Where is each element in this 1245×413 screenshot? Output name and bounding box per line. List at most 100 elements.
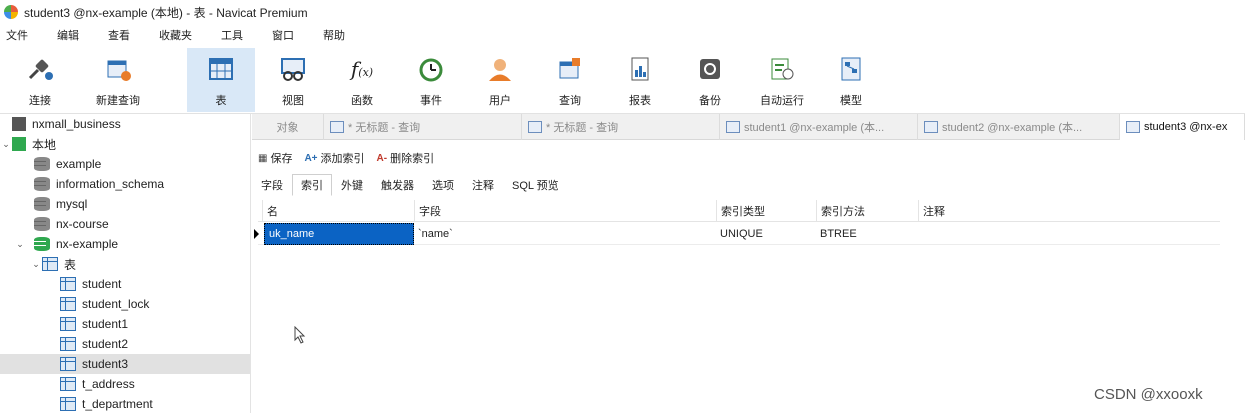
schedule-button[interactable]: 自动运行 bbox=[752, 48, 812, 112]
tree-node-label: t_department bbox=[82, 397, 153, 411]
watermark: CSDN @xxooxk bbox=[1094, 386, 1203, 403]
tree-node-database[interactable]: mysql bbox=[20, 194, 250, 214]
table-icon bbox=[60, 297, 76, 311]
new-query-button[interactable]: 新建查询 bbox=[88, 48, 148, 112]
tree-node-database[interactable]: ⌄ nx-example bbox=[14, 234, 250, 254]
report-icon bbox=[625, 54, 655, 84]
add-index-button[interactable]: A+ 添加索引 bbox=[304, 150, 364, 166]
database-icon bbox=[34, 177, 50, 191]
index-method-cell[interactable]: BTREE bbox=[816, 223, 918, 245]
menu-help[interactable]: 帮助 bbox=[323, 27, 345, 43]
user-button[interactable]: 用户 bbox=[472, 48, 528, 112]
menu-favorites[interactable]: 收藏夹 bbox=[159, 27, 192, 43]
backup-button[interactable]: 备份 bbox=[682, 48, 738, 112]
menu-view[interactable]: 查看 bbox=[108, 27, 130, 43]
connection-open-icon bbox=[12, 137, 26, 151]
menu-tools[interactable]: 工具 bbox=[221, 27, 243, 43]
tree-node-label: student_lock bbox=[82, 297, 150, 311]
current-row-indicator-icon bbox=[254, 229, 259, 239]
schedule-icon bbox=[767, 54, 797, 84]
table-button[interactable]: 表 bbox=[187, 48, 255, 112]
menu-window[interactable]: 窗口 bbox=[272, 27, 294, 43]
report-button[interactable]: 报表 bbox=[612, 48, 668, 112]
column-header-index-type[interactable]: 索引类型 bbox=[716, 200, 816, 222]
save-button[interactable]: ▦ 保存 bbox=[258, 150, 292, 166]
tab-student3[interactable]: student3 @nx-ex bbox=[1120, 114, 1245, 140]
chevron-down-icon[interactable]: ⌄ bbox=[30, 259, 42, 270]
column-header-fields[interactable]: 字段 bbox=[414, 200, 716, 222]
navicat-app-icon bbox=[4, 5, 18, 19]
index-name-cell[interactable]: uk_name bbox=[264, 223, 414, 245]
tree-node-connection[interactable]: ⌄ 本地 bbox=[0, 134, 250, 154]
tab-foreign-keys[interactable]: 外键 bbox=[332, 174, 372, 196]
table-row[interactable]: uk_name `name` UNIQUE BTREE bbox=[254, 223, 1220, 245]
tree-node-table[interactable]: student2 bbox=[60, 334, 250, 354]
toolbar-label: 模型 bbox=[840, 95, 862, 107]
index-comment-cell[interactable] bbox=[918, 223, 1220, 245]
tree-node-table[interactable]: student1 bbox=[60, 314, 250, 334]
main-toolbar: 连接 新建查询 表 视图 f(x) 函数 事件 用户 查询 报表 备份 自动运行… bbox=[0, 46, 1245, 114]
mouse-cursor-icon bbox=[294, 325, 306, 347]
column-header-index-method[interactable]: 索引方法 bbox=[816, 200, 918, 222]
tab-student2[interactable]: student2 @nx-example (本... bbox=[918, 114, 1120, 140]
toolbar-label: 表 bbox=[215, 95, 227, 107]
tab-options[interactable]: 选项 bbox=[423, 174, 463, 196]
column-header-comment[interactable]: 注释 bbox=[918, 200, 1220, 222]
index-action-bar: ▦ 保存 A+ 添加索引 A- 删除索引 bbox=[252, 146, 1245, 170]
menu-file[interactable]: 文件 bbox=[6, 27, 28, 43]
table-icon bbox=[60, 317, 76, 331]
tab-label: student2 @nx-example (本... bbox=[942, 122, 1083, 134]
event-button[interactable]: 事件 bbox=[403, 48, 459, 112]
tab-student1[interactable]: student1 @nx-example (本... bbox=[720, 114, 918, 140]
toolbar-label: 连接 bbox=[29, 95, 51, 107]
grid-header: 名 字段 索引类型 索引方法 注释 bbox=[258, 200, 1220, 222]
tree-node-label: t_address bbox=[82, 377, 135, 391]
tree-node-table-selected[interactable]: student3 bbox=[0, 354, 250, 374]
tree-node-label: student3 bbox=[82, 357, 129, 371]
tab-sql-preview[interactable]: SQL 预览 bbox=[503, 174, 568, 196]
user-icon bbox=[485, 54, 515, 84]
function-button[interactable]: f(x) 函数 bbox=[334, 48, 390, 112]
model-button[interactable]: 模型 bbox=[823, 48, 879, 112]
table-icon bbox=[60, 377, 76, 391]
tree-node-table[interactable]: student bbox=[60, 274, 250, 294]
tab-indexes[interactable]: 索引 bbox=[292, 174, 332, 196]
window-title: student3 @nx-example (本地) - 表 - Navicat … bbox=[24, 5, 308, 20]
tree-node-table[interactable]: t_department bbox=[60, 394, 250, 413]
designer-subtabs: 字段 索引 外键 触发器 选项 注释 SQL 预览 bbox=[252, 174, 1245, 196]
tree-node-label: information_schema bbox=[56, 177, 165, 191]
toolbar-label: 视图 bbox=[282, 95, 304, 107]
tab-label: * 无标题 - 查询 bbox=[348, 122, 421, 134]
tree-node-table[interactable]: student_lock bbox=[60, 294, 250, 314]
tab-untitled-query[interactable]: * 无标题 - 查询 bbox=[522, 114, 720, 140]
tab-fields[interactable]: 字段 bbox=[252, 174, 292, 196]
tree-node-label: example bbox=[56, 157, 102, 171]
database-open-icon bbox=[34, 237, 50, 251]
view-button[interactable]: 视图 bbox=[265, 48, 321, 112]
tab-objects[interactable]: 对象 bbox=[252, 114, 324, 140]
tab-comment[interactable]: 注释 bbox=[463, 174, 503, 196]
index-type-cell[interactable]: UNIQUE bbox=[716, 223, 816, 245]
tree-node-database[interactable]: example bbox=[20, 154, 250, 174]
tree-node-folder[interactable]: ⌄ 表 bbox=[30, 254, 250, 274]
chevron-down-icon[interactable]: ⌄ bbox=[0, 139, 12, 150]
table-icon bbox=[1126, 121, 1140, 133]
tree-node-label: 表 bbox=[64, 257, 77, 272]
chevron-down-icon[interactable]: ⌄ bbox=[14, 239, 26, 250]
index-grid: 名 字段 索引类型 索引方法 注释 uk_name `name` UNIQUE … bbox=[254, 200, 1220, 413]
tree-node-connection[interactable]: nxmall_business bbox=[0, 114, 250, 134]
query-button[interactable]: 查询 bbox=[542, 48, 598, 112]
view-icon bbox=[278, 54, 308, 84]
tab-label: 对象 bbox=[276, 122, 299, 134]
index-fields-cell[interactable]: `name` bbox=[414, 223, 716, 245]
tab-triggers[interactable]: 触发器 bbox=[372, 174, 423, 196]
tree-node-table[interactable]: t_address bbox=[60, 374, 250, 394]
tree-node-database[interactable]: nx-course bbox=[20, 214, 250, 234]
tree-node-database[interactable]: information_schema bbox=[20, 174, 250, 194]
connect-button[interactable]: 连接 bbox=[12, 48, 68, 112]
table-icon bbox=[60, 397, 76, 411]
tab-untitled-query[interactable]: * 无标题 - 查询 bbox=[324, 114, 522, 140]
menu-edit[interactable]: 编辑 bbox=[57, 27, 79, 43]
column-header-name[interactable]: 名 bbox=[262, 200, 414, 222]
delete-index-button[interactable]: A- 删除索引 bbox=[377, 150, 435, 166]
